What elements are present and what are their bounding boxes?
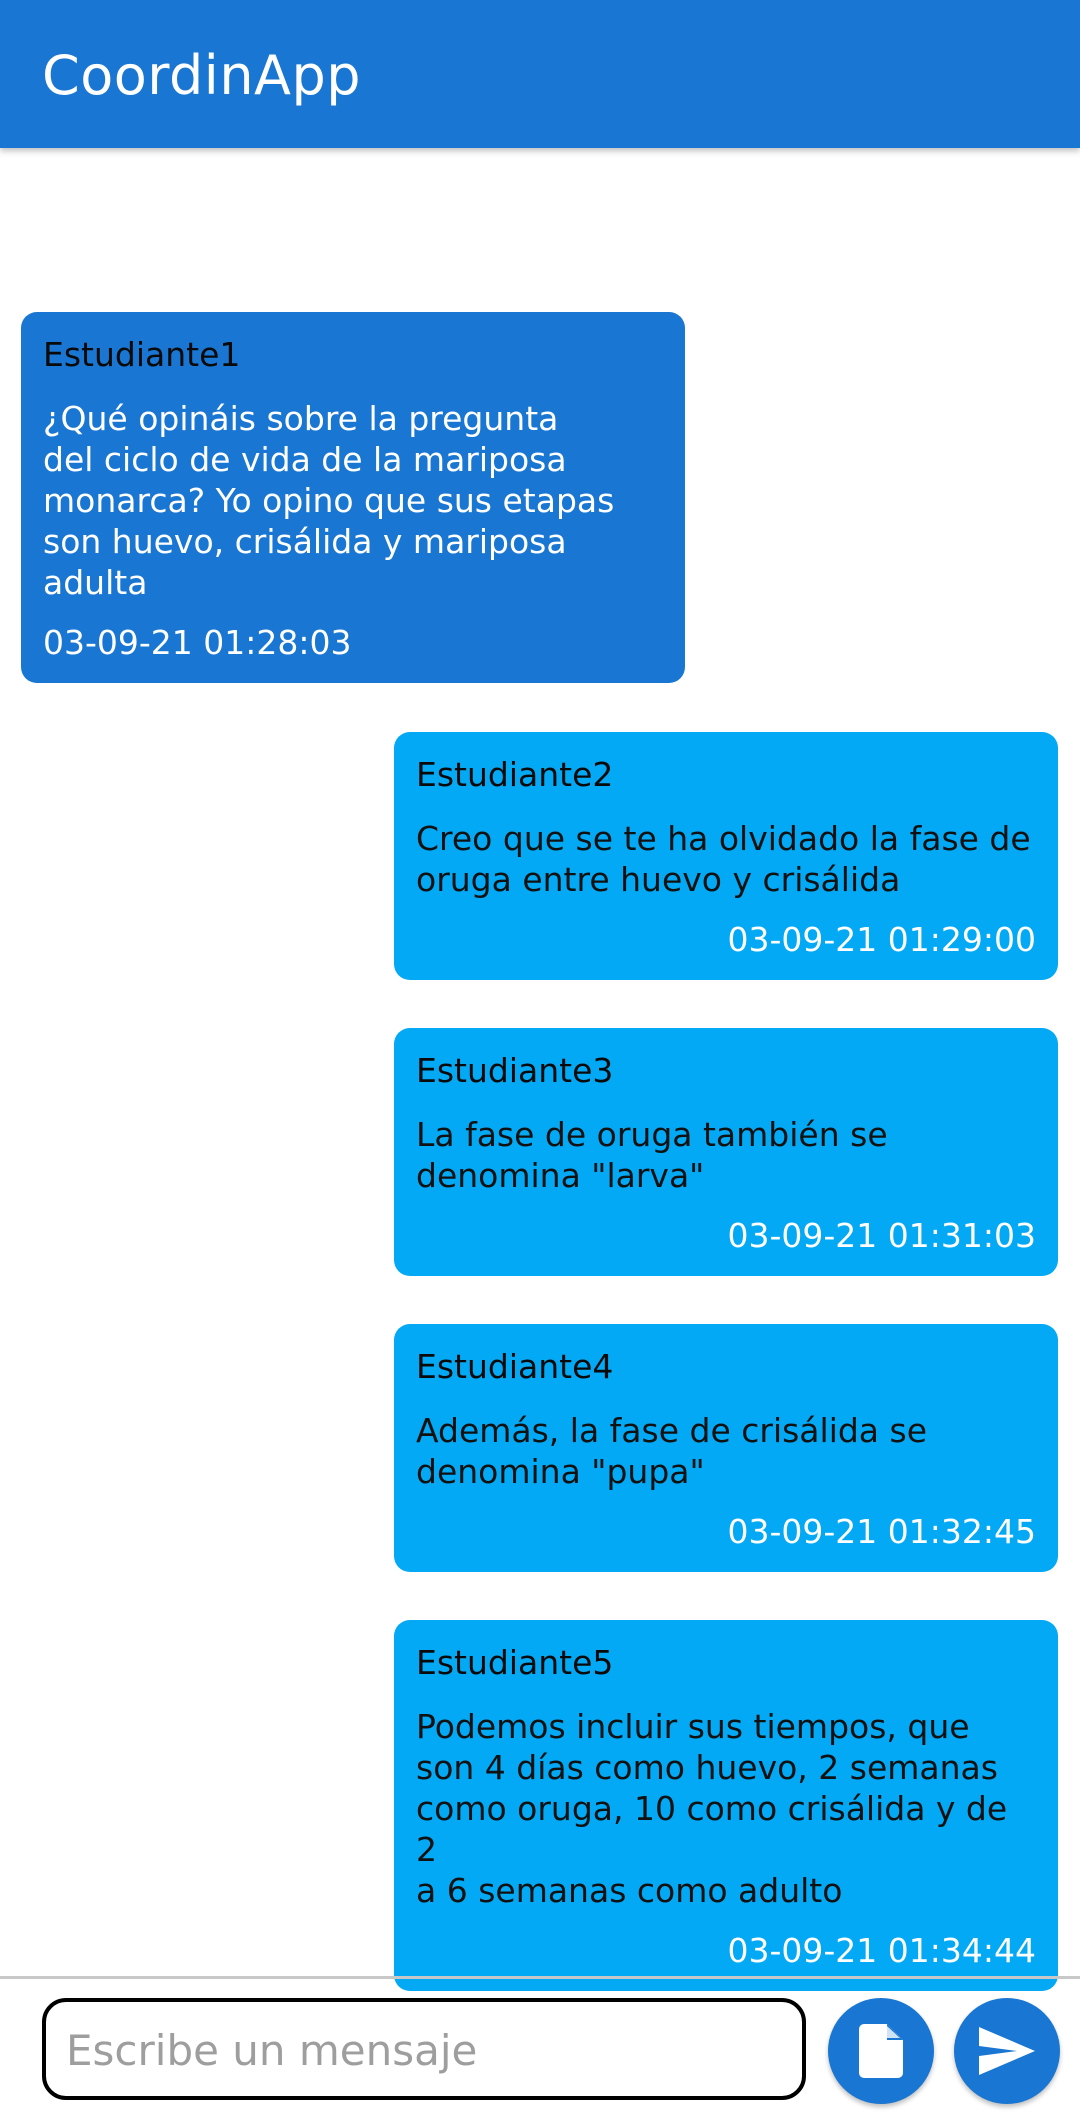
message-text: Podemos incluir sus tiempos, que son 4 d… bbox=[416, 1707, 1008, 1910]
message-sender: Estudiante2 bbox=[416, 755, 614, 794]
message-sender: Estudiante4 bbox=[416, 1347, 614, 1386]
send-icon bbox=[979, 2027, 1035, 2075]
message-text: Creo que se te ha olvidado la fase de or… bbox=[416, 819, 1031, 899]
message-sender: Estudiante3 bbox=[416, 1051, 614, 1090]
message-timestamp: 03-09-21 01:34:44 bbox=[727, 1931, 1037, 1970]
attach-file-button[interactable] bbox=[828, 1998, 934, 2104]
message-timestamp: 03-09-21 01:29:00 bbox=[727, 920, 1037, 959]
message-sender: Estudiante5 bbox=[416, 1643, 614, 1682]
file-icon bbox=[859, 2024, 903, 2078]
message-bubble[interactable]: Estudiante1 ¿Qué opináis sobre la pregun… bbox=[21, 312, 685, 683]
message-text: Además, la fase de crisálida se denomina… bbox=[416, 1411, 928, 1491]
send-button[interactable] bbox=[954, 1998, 1060, 2104]
message-input-box[interactable] bbox=[42, 1998, 806, 2100]
composer-divider bbox=[0, 1976, 1080, 1979]
app-title: CoordinApp bbox=[42, 44, 362, 107]
message-bubble[interactable]: Estudiante2 Creo que se te ha olvidado l… bbox=[394, 732, 1058, 980]
app-bar: CoordinApp bbox=[0, 0, 1080, 148]
message-timestamp: 03-09-21 01:28:03 bbox=[43, 623, 352, 662]
message-bubble[interactable]: Estudiante3 La fase de oruga también se … bbox=[394, 1028, 1058, 1276]
message-input[interactable] bbox=[64, 2002, 788, 2098]
message-text: ¿Qué opináis sobre la pregunta del ciclo… bbox=[43, 399, 615, 602]
message-timestamp: 03-09-21 01:32:45 bbox=[727, 1512, 1037, 1551]
message-sender: Estudiante1 bbox=[43, 335, 241, 374]
message-bubble[interactable]: Estudiante5 Podemos incluir sus tiempos,… bbox=[394, 1620, 1058, 1991]
message-timestamp: 03-09-21 01:31:03 bbox=[727, 1216, 1037, 1255]
message-bubble[interactable]: Estudiante4 Además, la fase de crisálida… bbox=[394, 1324, 1058, 1572]
message-list[interactable]: Estudiante1 ¿Qué opináis sobre la pregun… bbox=[0, 148, 1080, 1991]
chat-screen: CoordinApp Estudiante1 ¿Qué opináis sobr… bbox=[0, 0, 1080, 2120]
message-text: La fase de oruga también se denomina "la… bbox=[416, 1115, 888, 1195]
